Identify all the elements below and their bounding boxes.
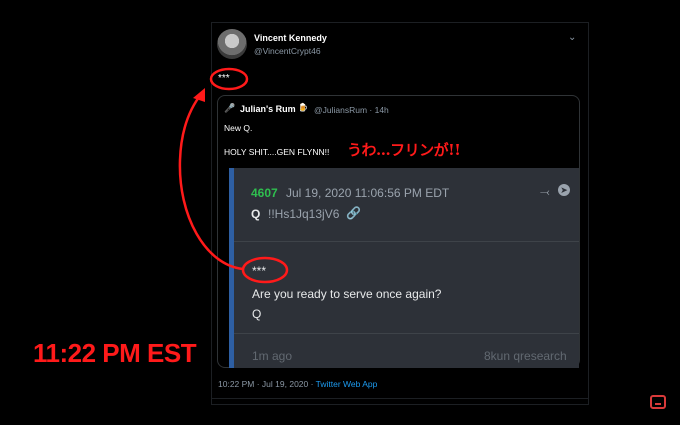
author-name[interactable]: Vincent Kennedy	[254, 33, 327, 43]
poster-name: Q	[251, 207, 261, 221]
post-accent-bar	[229, 168, 234, 368]
tweet-timestamp: 10:22 PM · Jul 19, 2020 · Twitter Web Ap…	[218, 379, 377, 389]
post-number: 4607	[251, 186, 278, 200]
divider	[211, 398, 589, 399]
post-age: 1m ago	[252, 349, 293, 363]
quote-text-line: New Q.	[224, 123, 253, 133]
avatar[interactable]	[217, 29, 247, 59]
quote-text-line: HOLY SHIT....GEN FLYNN!!	[224, 147, 330, 157]
chevron-down-icon[interactable]: ⌄	[568, 32, 576, 43]
divider	[234, 241, 579, 242]
divider	[234, 333, 579, 334]
author-handle[interactable]: @VincentCrypt46	[254, 46, 321, 56]
post-stars: ***	[252, 264, 267, 278]
quote-author-name: Julian's Rum	[240, 104, 296, 114]
tweet-text: ***	[218, 73, 230, 84]
timestamp-text[interactable]: 10:22 PM · Jul 19, 2020 ·	[218, 379, 316, 389]
post-body-line: Are you ready to serve once again?	[252, 287, 442, 301]
arrow-right-icon: ➤	[558, 184, 570, 196]
link-icon: 🔗	[346, 206, 361, 220]
source-app-link[interactable]: Twitter Web App	[316, 379, 378, 389]
time-annotation: 11:22 PM EST	[33, 338, 197, 368]
caption-icon[interactable]	[650, 395, 666, 409]
tripcode: !!Hs1Jq13jV6	[268, 207, 340, 221]
post-body-line: Q	[252, 307, 262, 321]
japanese-annotation: うわ...フリンが!!	[347, 141, 461, 159]
share-icon: ⤙	[540, 185, 550, 199]
beer-emoji-icon: 🍺	[298, 103, 308, 112]
post-date: Jul 19, 2020 11:06:56 PM EDT	[286, 186, 450, 200]
post-board: 8kun qresearch	[484, 349, 567, 363]
quote-author-icon: 🎤	[224, 103, 236, 113]
quote-handle-time: @JuliansRum · 14h	[314, 105, 389, 115]
arrowhead	[193, 88, 205, 102]
